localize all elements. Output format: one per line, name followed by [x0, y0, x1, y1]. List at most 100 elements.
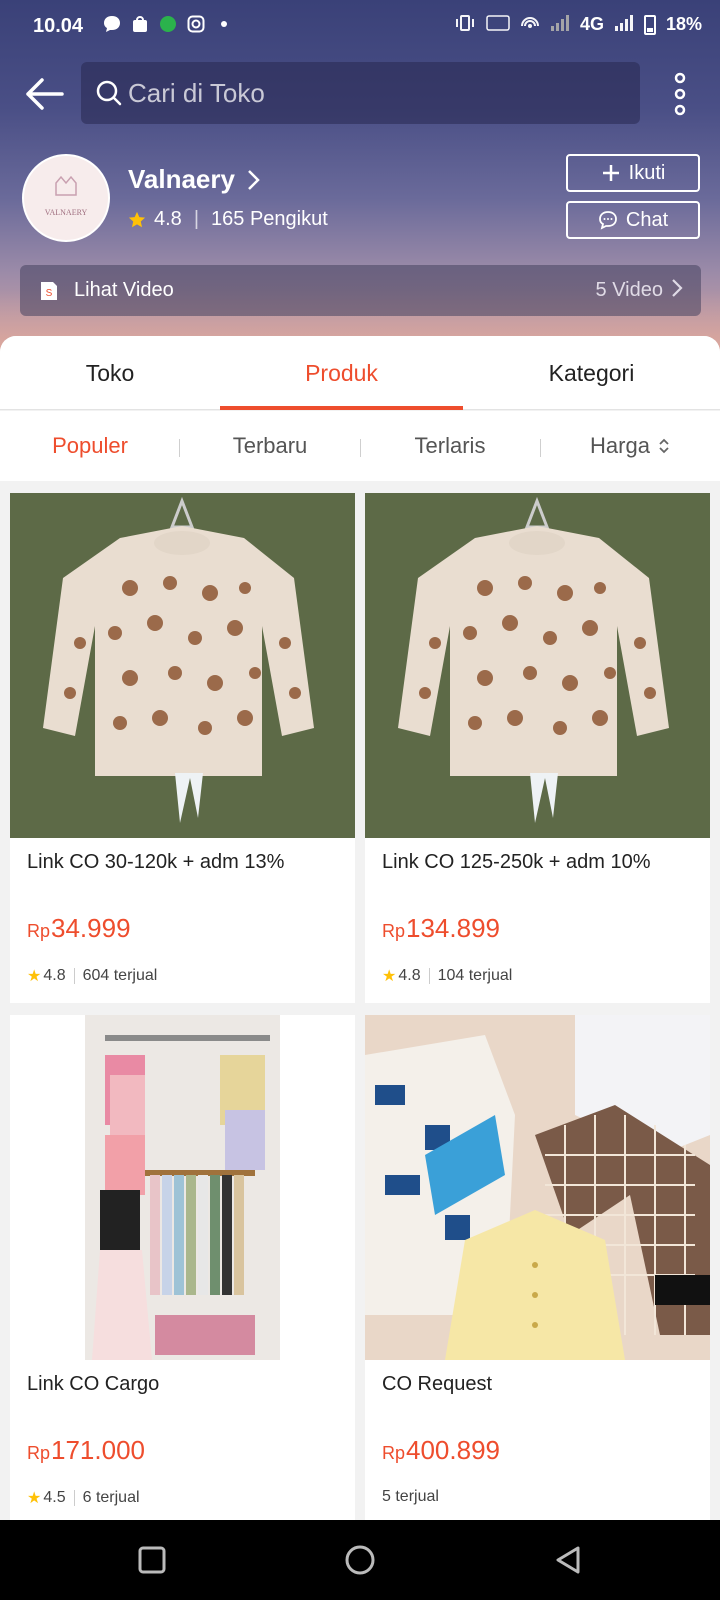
sort-harga[interactable]: Harga: [540, 411, 720, 481]
tab-produk[interactable]: Produk: [220, 336, 463, 410]
product-image: [365, 493, 710, 838]
sort-harga-label: Harga: [590, 433, 650, 458]
network-type: 4G: [579, 14, 604, 34]
product-title: Link CO 30-120k + adm 13%: [27, 851, 285, 873]
volte-icon: [486, 14, 510, 35]
price-value: 400.899: [406, 1435, 500, 1465]
back-arrow-icon[interactable]: [22, 72, 66, 116]
product-image: [365, 1015, 710, 1360]
chevron-right-icon: [248, 169, 260, 190]
star-icon: ★: [382, 968, 397, 985]
vibrate-icon: [454, 14, 476, 35]
chat-label: Chat: [625, 208, 669, 231]
price-currency: Rp: [382, 1443, 406, 1463]
plus-icon: [602, 165, 619, 181]
price-currency: Rp: [27, 921, 51, 941]
video-bar[interactable]: S Lihat Video 5 Video: [20, 265, 701, 316]
product-price: Rp 171.000: [27, 1435, 145, 1466]
star-icon: [128, 211, 146, 227]
shop-followers: 165 Pengikut: [211, 208, 328, 230]
battery-percent: 18%: [665, 14, 702, 34]
meta-divider: [73, 968, 75, 984]
product-image: [10, 1015, 355, 1360]
product-card[interactable]: Link CO 125-250k + adm 10% Rp 134.899 ★ …: [365, 493, 710, 1003]
shop-name: Valnaery: [128, 164, 235, 194]
more-options-icon[interactable]: [668, 72, 692, 116]
price-value: 171.000: [51, 1435, 145, 1465]
home-button[interactable]: [340, 1540, 380, 1580]
product-meta: ★ 4.8 104 terjual: [382, 966, 512, 986]
square-icon: [138, 1546, 166, 1574]
price-currency: Rp: [27, 1443, 51, 1463]
product-meta: 5 terjual: [382, 1488, 439, 1506]
star-icon: ★: [27, 968, 42, 985]
follow-label: Ikuti: [628, 161, 666, 184]
product-card[interactable]: Link CO Cargo Rp 171.000 ★ 4.5 6 terjual: [10, 1015, 355, 1520]
shopee-bag-icon: [130, 14, 150, 34]
status-bar: 10.04 4G 18%: [0, 0, 720, 56]
product-title: Link CO Cargo: [27, 1373, 160, 1395]
svg-text:S: S: [46, 288, 53, 299]
product-meta: ★ 4.5 6 terjual: [27, 1488, 140, 1508]
chat-icon: [598, 211, 617, 230]
signal-icon: [614, 14, 634, 35]
price-currency: Rp: [382, 921, 406, 941]
star-icon: ★: [27, 1490, 42, 1507]
sort-arrows-icon: [659, 438, 669, 454]
product-price: Rp 134.899: [382, 913, 500, 944]
shop-name-link[interactable]: Valnaery: [128, 164, 261, 195]
product-meta: ★ 4.8 604 terjual: [27, 966, 157, 986]
video-icon: S: [38, 280, 60, 302]
content-panel: Toko Produk Kategori Populer Terbaru Ter…: [0, 336, 720, 1520]
search-placeholder: Cari di Toko: [128, 77, 265, 108]
hotspot-icon: [520, 14, 540, 35]
circle-icon: [345, 1545, 375, 1575]
back-button[interactable]: [548, 1540, 588, 1580]
shop-rating: 4.8: [154, 208, 182, 230]
notification-icons: [102, 14, 234, 34]
meta-divider: [73, 1490, 75, 1506]
triangle-back-icon: [556, 1546, 580, 1574]
sort-terlaris[interactable]: Terlaris: [360, 411, 540, 481]
game-app-icon: [158, 14, 178, 34]
chat-bubble-icon: [102, 14, 122, 34]
follow-button[interactable]: Ikuti: [566, 154, 700, 192]
shop-search-input[interactable]: Cari di Toko: [81, 62, 640, 124]
product-sold: 5 terjual: [382, 1488, 439, 1505]
product-rating: 4.8: [43, 967, 66, 984]
product-sold: 6 terjual: [82, 1489, 140, 1506]
chat-button[interactable]: Chat: [566, 201, 700, 239]
recent-apps-button[interactable]: [132, 1540, 172, 1580]
price-value: 134.899: [406, 913, 500, 943]
sort-bar: Populer Terbaru Terlaris Harga: [0, 411, 720, 481]
product-card[interactable]: CO Request Rp 400.899 5 terjual: [365, 1015, 710, 1520]
dot-icon: [214, 14, 234, 34]
product-rating: 4.8: [398, 967, 421, 984]
sort-populer[interactable]: Populer: [0, 411, 180, 481]
product-rating: 4.5: [43, 1489, 66, 1506]
shop-stats: 4.8 | 165 Pengikut: [128, 208, 328, 231]
product-image: [10, 493, 355, 838]
video-count: 5 Video: [595, 279, 663, 301]
video-label: Lihat Video: [74, 279, 174, 301]
system-nav-bar: [0, 1520, 720, 1600]
sort-terbaru[interactable]: Terbaru: [180, 411, 360, 481]
meta-divider: [428, 968, 430, 984]
stat-divider: |: [193, 208, 200, 230]
status-time: 10.04: [33, 15, 84, 37]
tab-bar: Toko Produk Kategori: [0, 336, 720, 410]
product-title: Link CO 125-250k + adm 10%: [382, 851, 651, 873]
svg-text:VALNAERY: VALNAERY: [45, 208, 88, 217]
shop-avatar[interactable]: VALNAERY: [22, 154, 110, 242]
system-icons: 4G 18%: [454, 14, 702, 35]
product-card[interactable]: Link CO 30-120k + adm 13% Rp 34.999 ★ 4.…: [10, 493, 355, 1003]
chevron-right-icon: [671, 278, 683, 304]
product-price: Rp 400.899: [382, 1435, 500, 1466]
shop-logo-icon: VALNAERY: [45, 175, 88, 217]
tab-kategori[interactable]: Kategori: [463, 336, 720, 410]
instagram-icon: [186, 14, 206, 34]
signal-weak-icon: [550, 14, 570, 35]
product-sold: 104 terjual: [437, 967, 513, 984]
tab-toko[interactable]: Toko: [0, 336, 220, 410]
active-tab-indicator: [220, 406, 463, 410]
